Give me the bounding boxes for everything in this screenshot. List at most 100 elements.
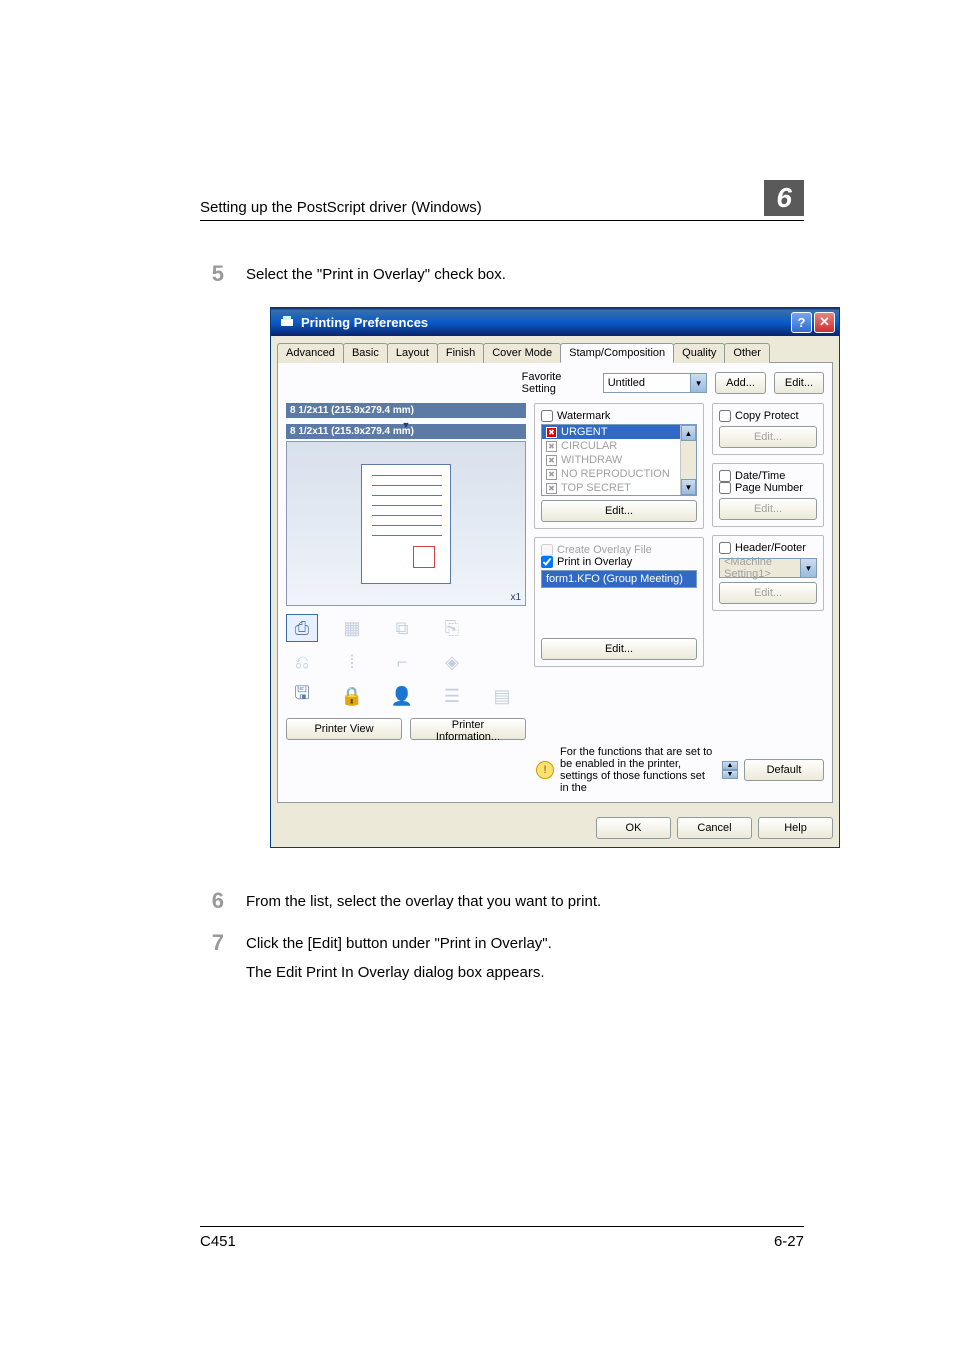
- tab-finish[interactable]: Finish: [437, 343, 484, 363]
- page-number-label: Page Number: [735, 482, 803, 494]
- favorite-edit-button[interactable]: Edit...: [774, 372, 824, 394]
- punch-icon[interactable]: ⁞: [336, 648, 368, 676]
- date-time-label: Date/Time: [735, 470, 785, 482]
- step-number-5: 5: [200, 261, 224, 287]
- date-time-checkbox[interactable]: [719, 470, 731, 482]
- list-item[interactable]: ✖NO REPRODUCTION: [542, 467, 696, 481]
- note-text: For the functions that are set to be ena…: [560, 746, 716, 794]
- arrow-down-icon: ▼: [402, 420, 411, 424]
- list-item[interactable]: ✖WITHDRAW: [542, 453, 696, 467]
- chevron-down-icon: ▼: [690, 374, 706, 392]
- page-preview: x1: [286, 441, 526, 606]
- step-text-5: Select the "Print in Overlay" check box.: [246, 261, 506, 283]
- duplex-icon[interactable]: ⧉: [386, 614, 418, 642]
- tabstrip: Advanced Basic Layout Finish Cover Mode …: [277, 342, 833, 363]
- color-icon[interactable]: ◈: [436, 648, 468, 676]
- favorite-add-button[interactable]: Add...: [715, 372, 766, 394]
- header-footer-value: <Machine Setting1>: [720, 556, 800, 580]
- footer-model: C451: [200, 1233, 236, 1250]
- header-footer-label: Header/Footer: [735, 542, 806, 554]
- default-button[interactable]: Default: [744, 759, 824, 781]
- staple-icon[interactable]: ⎌: [286, 648, 318, 676]
- save-icon[interactable]: 🖫: [286, 682, 318, 710]
- step-number-7: 7: [200, 930, 224, 956]
- close-button[interactable]: ✕: [814, 312, 835, 333]
- page-number-checkbox[interactable]: [719, 482, 731, 494]
- tab-quality[interactable]: Quality: [673, 343, 725, 363]
- favorite-setting-value: Untitled: [604, 377, 690, 389]
- header-footer-edit-button: Edit...: [719, 582, 817, 604]
- tab-layout[interactable]: Layout: [387, 343, 438, 363]
- step-subtext-7: The Edit Print In Overlay dialog box app…: [246, 964, 552, 981]
- cancel-button[interactable]: Cancel: [677, 817, 752, 839]
- scroll-up-icon[interactable]: ▲: [681, 425, 696, 441]
- watermark-group: Watermark ✖URGENT ✖CIRCULAR ✖WITHDRAW ✖N…: [534, 403, 704, 529]
- fold-icon[interactable]: ⌐: [386, 648, 418, 676]
- copies-indicator: x1: [510, 592, 521, 603]
- tab-basic[interactable]: Basic: [343, 343, 388, 363]
- page-header: Setting up the PostScript driver (Window…: [200, 199, 482, 216]
- printer-view-button[interactable]: Printer View: [286, 718, 402, 740]
- print-in-overlay-label: Print in Overlay: [557, 556, 632, 568]
- tab-other[interactable]: Other: [724, 343, 770, 363]
- tab-advanced[interactable]: Advanced: [277, 343, 344, 363]
- overlay-edit-button[interactable]: Edit...: [541, 638, 697, 660]
- watermark-edit-button[interactable]: Edit...: [541, 500, 697, 522]
- chapter-number: 6: [764, 180, 804, 216]
- printer-information-button[interactable]: Printer Information...: [410, 718, 526, 740]
- lock-icon[interactable]: 🔒: [336, 682, 368, 710]
- copy-protect-checkbox[interactable]: [719, 410, 731, 422]
- spin-down-icon[interactable]: ▼: [722, 770, 738, 779]
- overlay-file-selected[interactable]: form1.KFO (Group Meeting): [541, 570, 697, 588]
- step-text-6: From the list, select the overlay that y…: [246, 888, 601, 910]
- tool-palette: ⎙ ▦ ⧉ ⎘ ⎌ ⁞ ⌐ ◈: [286, 614, 526, 710]
- list-item[interactable]: ✖URGENT: [542, 425, 696, 439]
- blank-icon[interactable]: ▤: [486, 682, 518, 710]
- paper-size-output: 8 1/2x11 (215.9x279.4 mm): [286, 424, 526, 439]
- header-footer-group: Header/Footer <Machine Setting1> ▼ Edit.…: [712, 535, 824, 611]
- overlay-group: Create Overlay File Print in Overlay for…: [534, 537, 704, 667]
- calendar-overlay-icon: [413, 546, 435, 568]
- print-in-overlay-checkbox[interactable]: [541, 556, 553, 568]
- tab-stamp-composition[interactable]: Stamp/Composition: [560, 343, 674, 363]
- date-time-group: Date/Time Page Number Edit...: [712, 463, 824, 527]
- user-icon[interactable]: 👤: [386, 682, 418, 710]
- step-number-6: 6: [200, 888, 224, 914]
- booklet-icon[interactable]: ⎘: [436, 614, 468, 642]
- nup-icon[interactable]: ▦: [336, 614, 368, 642]
- printer-icon: [279, 314, 295, 330]
- header-footer-dropdown: <Machine Setting1> ▼: [719, 558, 817, 578]
- list-item[interactable]: ✖TOP SECRET: [542, 481, 696, 495]
- list-icon[interactable]: ☰: [436, 682, 468, 710]
- footer-page-number: 6-27: [774, 1233, 804, 1250]
- scrollbar[interactable]: ▲▼: [680, 425, 696, 495]
- header-footer-checkbox[interactable]: [719, 542, 731, 554]
- copy-protect-label: Copy Protect: [735, 410, 799, 422]
- favorite-setting-dropdown[interactable]: Untitled ▼: [603, 373, 707, 393]
- chevron-down-icon: ▼: [800, 559, 816, 577]
- watermark-checkbox[interactable]: [541, 410, 553, 422]
- step-text-7: Click the [Edit] button under "Print in …: [246, 935, 552, 952]
- spin-up-icon[interactable]: ▲: [722, 761, 738, 770]
- printing-preferences-dialog: Printing Preferences ? ✕ Advanced Basic …: [270, 307, 840, 848]
- create-overlay-label: Create Overlay File: [557, 544, 652, 556]
- create-overlay-checkbox: [541, 544, 553, 556]
- help-button-footer[interactable]: Help: [758, 817, 833, 839]
- date-time-edit-button: Edit...: [719, 498, 817, 520]
- copy-protect-group: Copy Protect Edit...: [712, 403, 824, 455]
- list-item[interactable]: ✖CIRCULAR: [542, 439, 696, 453]
- paper-size-source: 8 1/2x11 (215.9x279.4 mm): [286, 403, 526, 418]
- paper-sheet-icon: [361, 464, 451, 584]
- scroll-down-icon[interactable]: ▼: [681, 479, 696, 495]
- watermark-label: Watermark: [557, 410, 610, 422]
- dialog-title: Printing Preferences: [301, 315, 428, 330]
- info-icon: !: [536, 761, 554, 779]
- note-spinner[interactable]: ▲▼: [722, 761, 738, 779]
- dialog-titlebar: Printing Preferences ? ✕: [271, 308, 839, 336]
- ok-button[interactable]: OK: [596, 817, 671, 839]
- tab-cover-mode[interactable]: Cover Mode: [483, 343, 561, 363]
- orientation-icon[interactable]: ⎙: [286, 614, 318, 642]
- watermark-list[interactable]: ✖URGENT ✖CIRCULAR ✖WITHDRAW ✖NO REPRODUC…: [541, 424, 697, 496]
- help-button[interactable]: ?: [791, 312, 812, 333]
- favorite-setting-label: Favorite Setting: [522, 371, 595, 395]
